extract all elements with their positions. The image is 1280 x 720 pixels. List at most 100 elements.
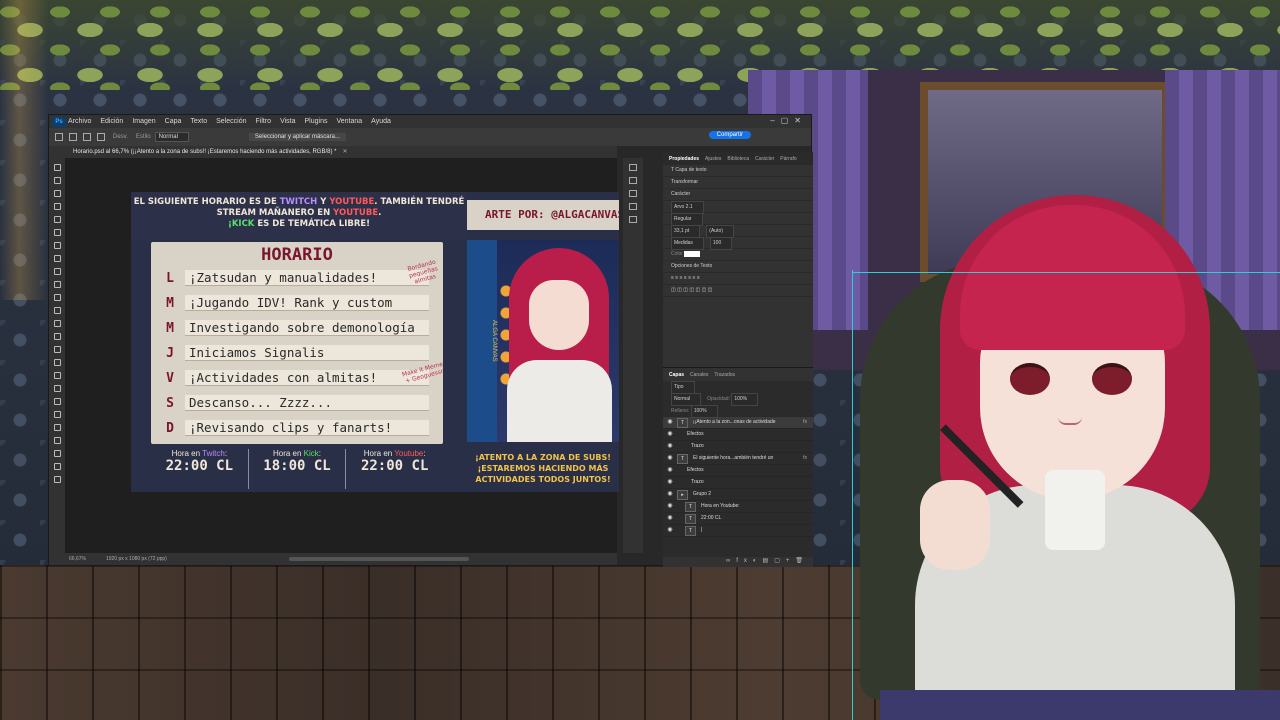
layer-effect-row[interactable]: ◉ Trazo [663, 441, 813, 453]
move-tool-icon[interactable] [53, 164, 61, 171]
path-select-icon[interactable] [53, 385, 61, 392]
visibility-eye-icon[interactable]: ◉ [663, 501, 677, 512]
type-tool-icon[interactable] [53, 372, 61, 379]
new-selection-icon[interactable] [83, 133, 91, 141]
layer-row[interactable]: ◉ T Hora en Youtube: [663, 501, 813, 513]
menu-plugins[interactable]: Plugins [305, 118, 328, 125]
lasso-tool-icon[interactable] [53, 190, 61, 197]
glyphs-panel-icon[interactable] [629, 216, 637, 223]
time-label-text: Hora en [363, 449, 395, 458]
menu-vista[interactable]: Vista [280, 118, 295, 125]
menu-archivo[interactable]: Archivo [68, 118, 91, 125]
layer-row[interactable]: ◉ T ¡¡Atento a la zon...onas de actividade… [663, 417, 813, 429]
pen-tool-icon[interactable] [53, 359, 61, 366]
document-tab[interactable]: Horario.psd al 66,7% (¡¡Atento a la zona… [49, 146, 617, 158]
screen-mode-icon[interactable] [53, 476, 61, 483]
eyedropper-tool-icon[interactable] [53, 242, 61, 249]
text-option-icons[interactable]: ◫ ◫ ◫ ◫ ◫ ◫ ◫ [671, 287, 712, 293]
tab-capas[interactable]: Capas [669, 372, 684, 378]
healing-tool-icon[interactable] [53, 255, 61, 262]
layer-actions[interactable]: ∞fx◐▤▢+🗑 [663, 557, 813, 567]
photoshop-window[interactable]: Ps Archivo Edición Imagen Capa Texto Sel… [48, 114, 813, 567]
frame-tool-icon[interactable] [53, 229, 61, 236]
tab-caracter[interactable]: Carácter [755, 156, 774, 162]
layer-row[interactable]: ◉ T | [663, 525, 813, 537]
horizontal-scrollbar[interactable] [289, 557, 469, 561]
close-tab-icon[interactable]: ✕ [342, 149, 347, 155]
share-button[interactable]: Compartir [708, 131, 751, 139]
visibility-eye-icon[interactable]: ◉ [663, 417, 677, 428]
shape-tool-icon[interactable] [53, 398, 61, 405]
visibility-eye-icon[interactable]: ◉ [663, 489, 677, 500]
layer-effect-row[interactable]: ◉ Efectos [663, 465, 813, 477]
history-panel-icon[interactable] [629, 164, 637, 171]
comments-panel-icon[interactable] [629, 177, 637, 184]
menu-filtro[interactable]: Filtro [256, 118, 272, 125]
menu-ayuda[interactable]: Ayuda [371, 118, 391, 125]
layer-group-row[interactable]: ◉ ▸ Grupo 2 [663, 489, 813, 501]
visibility-eye-icon[interactable]: ◉ [663, 525, 677, 536]
opacity-field[interactable]: 100% [731, 393, 759, 406]
gradient-tool-icon[interactable] [53, 320, 61, 327]
character-section[interactable]: Carácter [663, 189, 813, 201]
marquee-tool-icon[interactable] [69, 133, 77, 141]
menu-texto[interactable]: Texto [190, 118, 207, 125]
home-icon[interactable] [55, 133, 63, 141]
layer-effect-row[interactable]: ◉ Efectos [663, 429, 813, 441]
magic-wand-tool-icon[interactable] [53, 203, 61, 210]
visibility-eye-icon[interactable]: ◉ [663, 477, 677, 488]
blur-tool-icon[interactable] [53, 333, 61, 340]
brushes-panel-icon[interactable] [629, 203, 637, 210]
time-value: 22:00 CL [360, 458, 429, 474]
tab-ajustes[interactable]: Ajustes [705, 156, 721, 162]
layer-row[interactable]: ◉ T 22:00 CL [663, 513, 813, 525]
layer-type-label: Capa de texto [675, 167, 707, 173]
text-color-swatch[interactable] [684, 250, 701, 257]
menu-imagen[interactable]: Imagen [132, 118, 155, 125]
style-select[interactable]: Normal [154, 132, 189, 142]
time-column: Hora en Kick: 18:00 CL [247, 449, 346, 489]
document-tab-title: Horario.psd al 66,7% (¡¡Atento a la zona… [73, 149, 337, 155]
layer-row[interactable]: ◉ T El siguiente hora...ambién tendré un fx [663, 453, 813, 465]
hand-tool-icon[interactable] [53, 411, 61, 418]
visibility-eye-icon[interactable]: ◉ [663, 429, 677, 440]
dodge-tool-icon[interactable] [53, 346, 61, 353]
visibility-eye-icon[interactable]: ◉ [663, 465, 677, 476]
edit-toolbar-icon[interactable] [53, 437, 61, 444]
eraser-tool-icon[interactable] [53, 307, 61, 314]
layer-type-icon: T [685, 501, 696, 512]
menu-seleccion[interactable]: Selección [216, 118, 246, 125]
tab-propiedades[interactable]: Propiedades [669, 156, 699, 162]
zoom-level[interactable]: 66,67% [69, 556, 86, 562]
tab-parrafo[interactable]: Párrafo [780, 156, 796, 162]
align-icons[interactable]: ≡ ≡ ≡ ≡ ≡ ≡ ≡ [671, 275, 700, 281]
add-selection-icon[interactable] [97, 133, 105, 141]
swatches-panel-icon[interactable] [629, 190, 637, 197]
tab-biblioteca[interactable]: Biblioteca [727, 156, 749, 162]
history-brush-icon[interactable] [53, 294, 61, 301]
layer-effect-row[interactable]: ◉ Trazo [663, 477, 813, 489]
brush-tool-icon[interactable] [53, 268, 61, 275]
transform-section[interactable]: Transformar [663, 177, 813, 189]
tab-trazados[interactable]: Trazados [714, 372, 735, 378]
window-controls[interactable]: –▢✕ [770, 116, 807, 125]
menu-edicion[interactable]: Edición [100, 118, 123, 125]
visibility-eye-icon[interactable]: ◉ [663, 513, 677, 524]
visibility-eye-icon[interactable]: ◉ [663, 453, 677, 464]
quick-mask-icon[interactable] [53, 463, 61, 470]
zoom-tool-icon[interactable] [53, 424, 61, 431]
menu-ventana[interactable]: Ventana [336, 118, 362, 125]
paragraph-section[interactable]: Opciones de Texto [663, 261, 813, 273]
canvas-area[interactable]: EL SIGUIENTE HORARIO ES DE TWITCH Y YOUT… [65, 158, 619, 553]
scale-field[interactable]: 100 [709, 237, 733, 250]
crop-tool-icon[interactable] [53, 216, 61, 223]
visibility-eye-icon[interactable]: ◉ [663, 441, 677, 452]
menu-capa[interactable]: Capa [165, 118, 182, 125]
color-swatch-icon[interactable] [53, 450, 61, 457]
stamp-tool-icon[interactable] [53, 281, 61, 288]
tab-canales[interactable]: Canales [690, 372, 708, 378]
marquee-tool-icon[interactable] [53, 177, 61, 184]
folder-icon[interactable]: ▸ [677, 489, 688, 500]
select-and-mask-button[interactable]: Seleccionar y aplicar máscara... [248, 133, 346, 141]
schedule-artwork[interactable]: EL SIGUIENTE HORARIO ES DE TWITCH Y YOUT… [131, 192, 619, 492]
